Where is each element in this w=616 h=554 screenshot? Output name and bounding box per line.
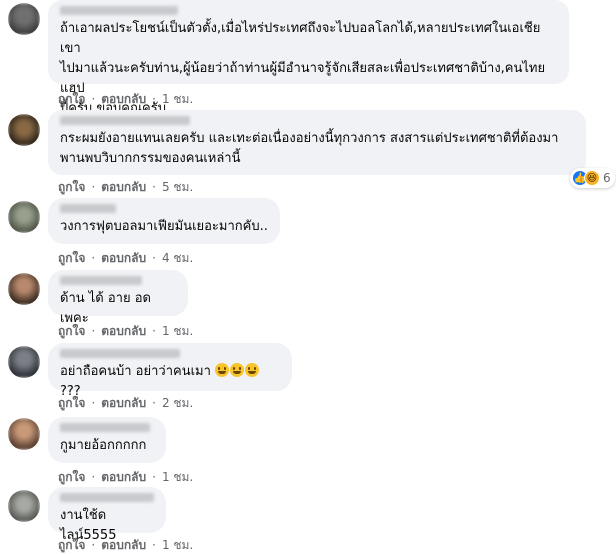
comment-bubble: ด้าน ได้ อาย อดเพคะ: [48, 270, 188, 326]
comment-text-body: อย่าถือคนบ้า อย่าว่าคนเมา: [60, 364, 211, 379]
comment-bubble: กูมายอ้อกกกกก: [48, 417, 166, 463]
separator: ·: [152, 470, 156, 484]
timestamp[interactable]: 1 ชม.: [162, 537, 193, 553]
timestamp[interactable]: 1 ชม.: [162, 91, 193, 107]
comment-text: กูมายอ้อกกกกก: [60, 438, 147, 453]
reply-link[interactable]: ตอบกลับ: [101, 395, 146, 411]
grinning-face-emoji-icon: [245, 363, 260, 377]
reply-link[interactable]: ตอบกลับ: [101, 537, 146, 553]
commenter-name-redacted[interactable]: [60, 203, 268, 215]
commenter-name-redacted[interactable]: [60, 492, 154, 504]
comment-actions: ถูกใจ · ตอบกลับ · 4 ชม.: [58, 250, 193, 266]
separator: ·: [152, 251, 156, 265]
comment-actions: ถูกใจ · ตอบกลับ · 1 ชม.: [58, 537, 193, 553]
timestamp[interactable]: 2 ชม.: [162, 395, 193, 411]
timestamp[interactable]: 5 ชม.: [162, 179, 193, 195]
separator: ·: [91, 538, 96, 552]
comment-bubble: วงการฟุตบอลมาเฟียมันเยอะมากคับ..: [48, 198, 280, 244]
separator: ·: [91, 251, 96, 265]
commenter-name-redacted[interactable]: [60, 275, 176, 287]
avatar[interactable]: [8, 346, 40, 378]
commenter-name-redacted[interactable]: [60, 5, 557, 17]
avatar[interactable]: [8, 3, 40, 35]
like-link[interactable]: ถูกใจ: [58, 179, 85, 195]
comment-text: กระผมยังอายแทนเลยครับ และเทะต่อเนื่องอย่…: [60, 131, 559, 166]
like-link[interactable]: ถูกใจ: [58, 395, 85, 411]
avatar[interactable]: [8, 418, 40, 450]
separator: ·: [152, 92, 156, 106]
comment-actions: ถูกใจ · ตอบกลับ · 1 ชม.: [58, 469, 193, 485]
comment-actions: ถูกใจ · ตอบกลับ · 2 ชม.: [58, 395, 193, 411]
comment-bubble: อย่าถือคนบ้า อย่าว่าคนเมา ???: [48, 343, 292, 399]
comment-bubble: งานใช้ดไลน์5555: [48, 487, 166, 543]
avatar[interactable]: [8, 490, 40, 522]
separator: ·: [152, 180, 156, 194]
reaction-count: 6: [603, 171, 611, 185]
comment-bubble: ถ้าเอาผลประโยชน์เป็นตัวตั้ง,เมื่อไหร่ประ…: [48, 0, 569, 116]
separator: ·: [91, 324, 96, 338]
comment-text: วงการฟุตบอลมาเฟียมันเยอะมากคับ..: [60, 219, 268, 234]
reply-link[interactable]: ตอบกลับ: [101, 469, 146, 485]
separator: ·: [91, 396, 96, 410]
reply-link[interactable]: ตอบกลับ: [101, 250, 146, 266]
like-link[interactable]: ถูกใจ: [58, 323, 85, 339]
like-link[interactable]: ถูกใจ: [58, 469, 85, 485]
avatar[interactable]: [8, 114, 40, 146]
timestamp[interactable]: 1 ชม.: [162, 323, 193, 339]
comment-actions: ถูกใจ · ตอบกลับ · 1 ชม.: [58, 323, 193, 339]
like-link[interactable]: ถูกใจ: [58, 250, 85, 266]
like-link[interactable]: ถูกใจ: [58, 91, 85, 107]
reply-link[interactable]: ตอบกลับ: [101, 323, 146, 339]
grinning-face-emoji-icon: [230, 363, 245, 377]
commenter-name-redacted[interactable]: [60, 422, 154, 434]
avatar[interactable]: [8, 201, 40, 233]
timestamp[interactable]: 1 ชม.: [162, 469, 193, 485]
comment-actions: ถูกใจ · ตอบกลับ · 5 ชม.: [58, 179, 193, 195]
commenter-name-redacted[interactable]: [60, 348, 280, 360]
like-link[interactable]: ถูกใจ: [58, 537, 85, 553]
reaction-summary[interactable]: 👍 😆 6: [570, 168, 615, 188]
separator: ·: [91, 92, 96, 106]
separator: ·: [152, 538, 156, 552]
separator: ·: [152, 324, 156, 338]
comment-bubble: กระผมยังอายแทนเลยครับ และเทะต่อเนื่องอย่…: [48, 110, 586, 175]
separator: ·: [91, 470, 96, 484]
comment-actions: ถูกใจ · ตอบกลับ · 1 ชม.: [58, 91, 193, 107]
haha-icon: 😆: [584, 170, 600, 186]
reply-link[interactable]: ตอบกลับ: [101, 91, 146, 107]
avatar[interactable]: [8, 273, 40, 305]
grinning-face-emoji-icon: [215, 363, 230, 377]
timestamp[interactable]: 4 ชม.: [162, 250, 193, 266]
commenter-name-redacted[interactable]: [60, 115, 574, 127]
separator: ·: [91, 180, 96, 194]
reply-link[interactable]: ตอบกลับ: [101, 179, 146, 195]
separator: ·: [152, 396, 156, 410]
